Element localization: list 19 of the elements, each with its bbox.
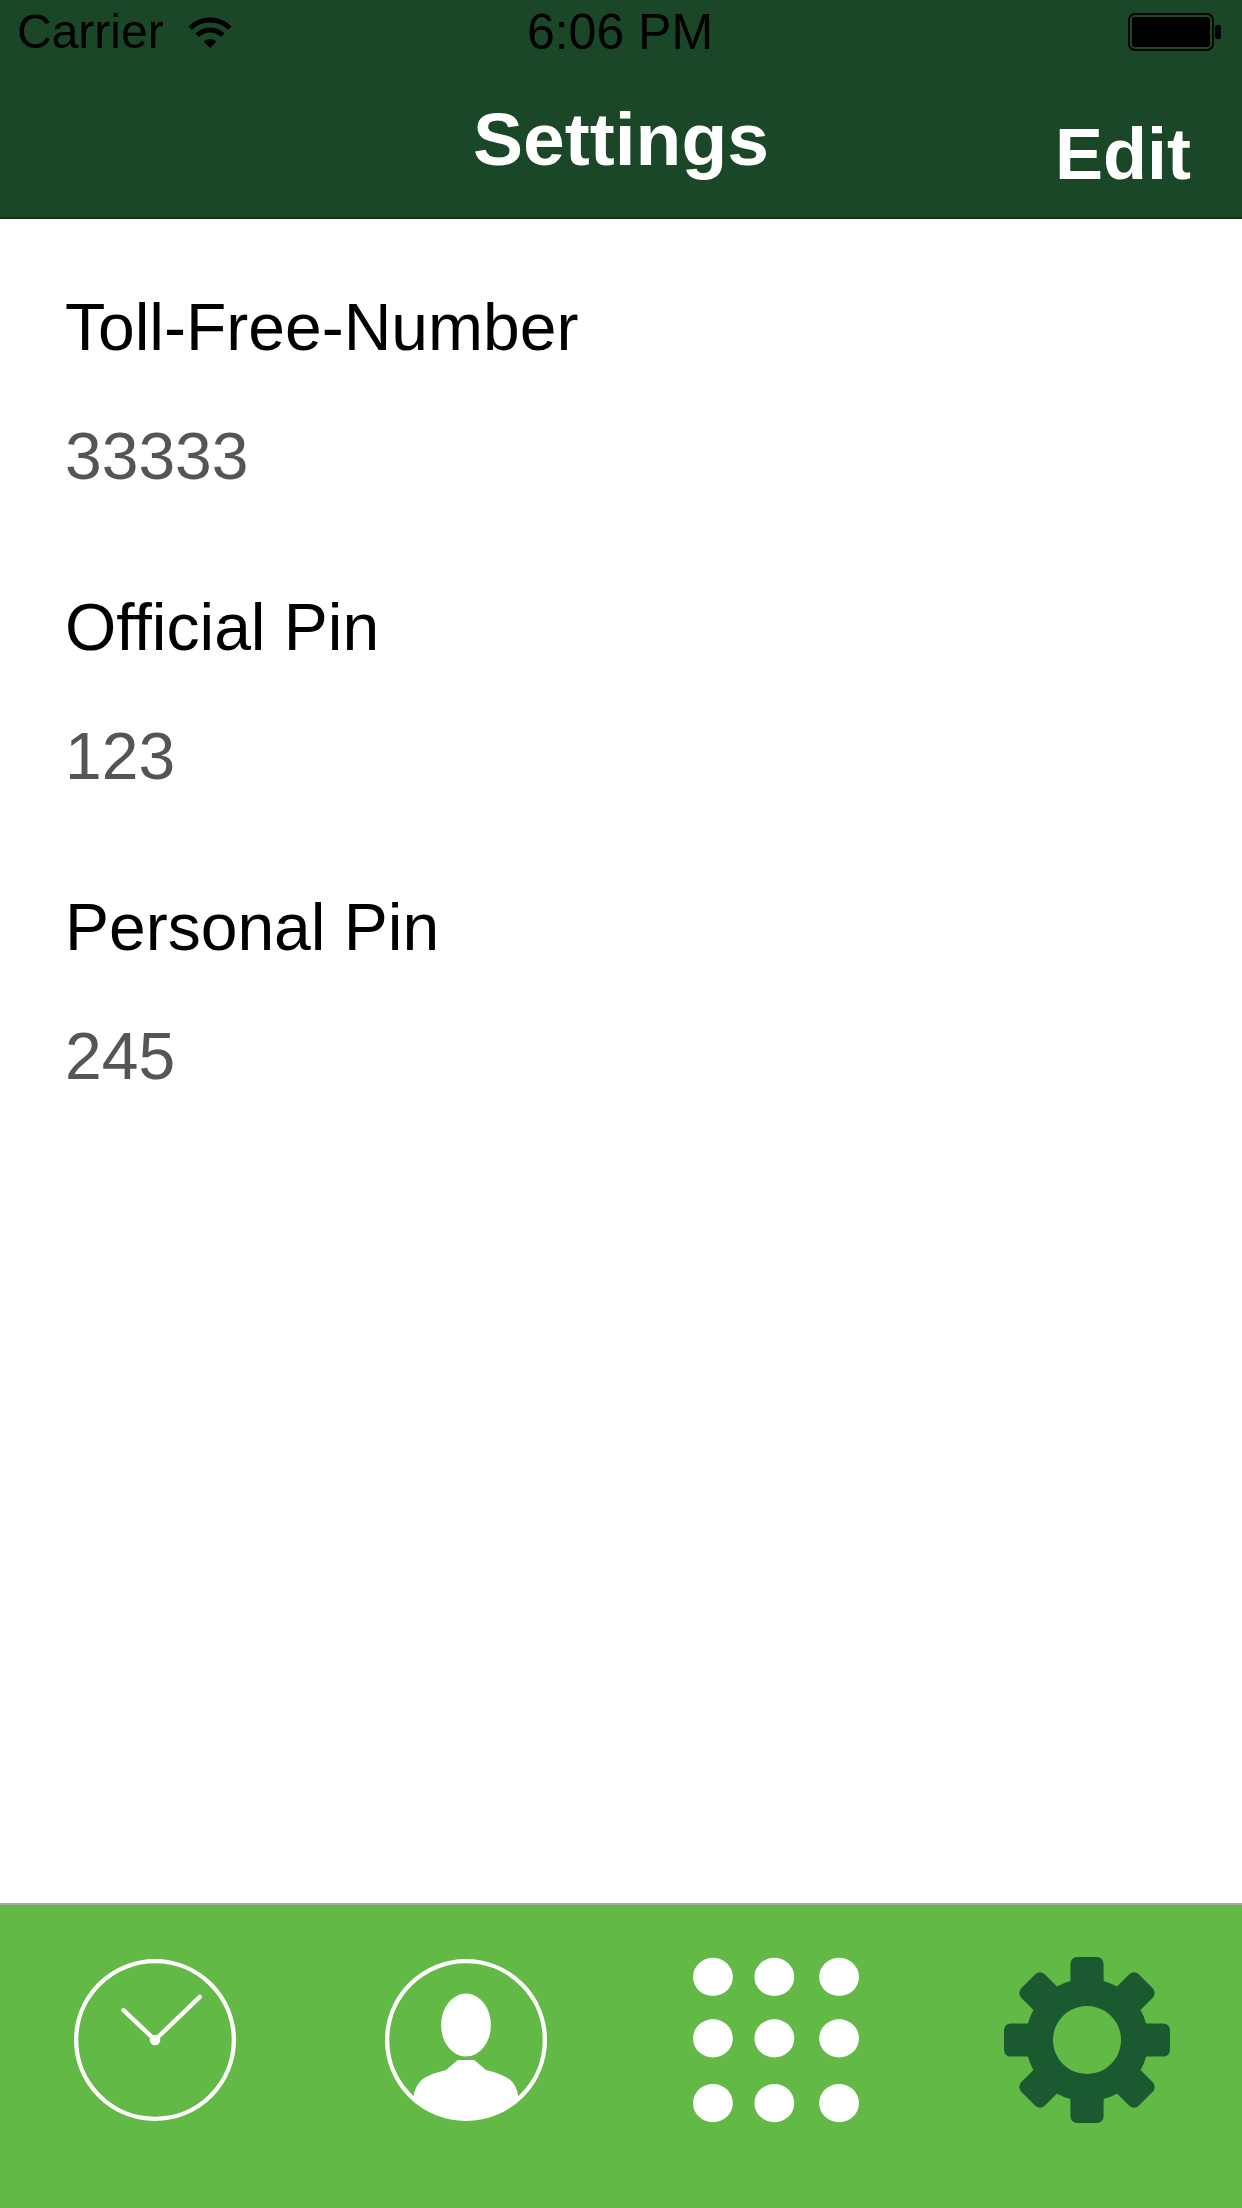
clock-tab[interactable] [72,1957,239,2123]
setting-label: Official Pin [65,589,380,666]
gear-tab[interactable] [1003,1957,1170,2123]
person-icon [382,1957,549,2123]
clock-icon [72,1957,239,2123]
setting-label: Personal Pin [65,889,440,966]
nav-title: Settings [473,97,769,181]
setting-value: 123 [65,718,176,795]
setting-label: Toll-Free-Number [65,289,579,366]
setting-value: 245 [65,1018,176,1095]
person-tab[interactable] [382,1957,549,2123]
setting-value: 33333 [65,418,249,495]
status-time: 6:06 PM [526,6,714,57]
dots-tab[interactable] [693,1957,860,2123]
gear-icon [1003,1957,1170,2123]
carrier-label: Carrier [17,7,164,56]
dot-grid-icon [693,1957,860,2123]
battery-icon [1128,12,1223,51]
edit-button[interactable]: Edit [1055,115,1191,195]
